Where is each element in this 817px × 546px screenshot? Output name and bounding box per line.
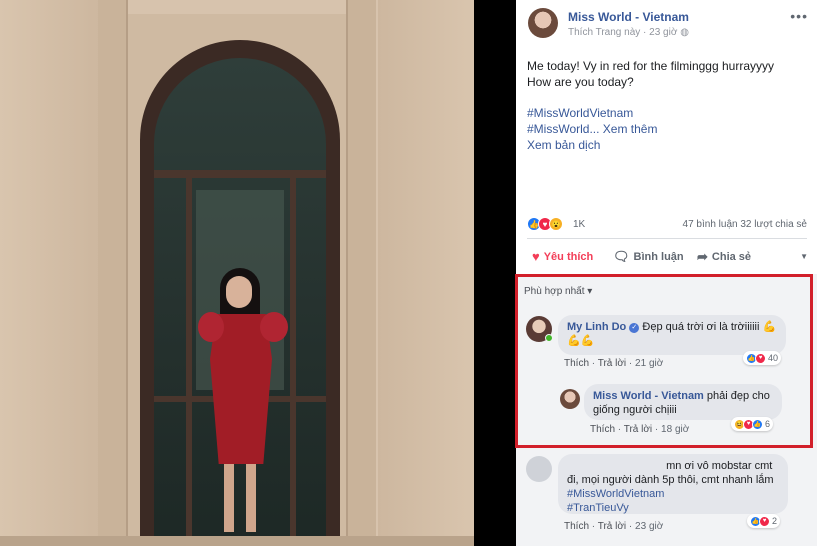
verified-badge-icon: ✓ bbox=[629, 323, 640, 333]
door-frame-bar bbox=[290, 170, 296, 546]
comment-like-link[interactable]: Thích bbox=[564, 521, 589, 532]
comment-actions: Thích · Trả lời · 21 giờ bbox=[564, 358, 664, 369]
reply-reply-link[interactable]: Trả lời bbox=[624, 424, 652, 435]
comment-filter-dropdown[interactable]: Phù hợp nhất ▾ bbox=[524, 286, 592, 297]
wall bbox=[378, 0, 474, 546]
comment-text: đi, mọi người dành 5p thôi, cmt nhanh lắ… bbox=[567, 474, 774, 486]
comment-bubble: My Linh Do ✓ Đẹp quá trời ơi là trờiiiii… bbox=[558, 315, 786, 355]
reply-reaction-count: 6 bbox=[765, 419, 771, 429]
filter-label: Phù hợp nhất bbox=[524, 286, 585, 297]
hashtag-link[interactable]: #TranTieuVy bbox=[567, 502, 629, 514]
reply-avatar[interactable] bbox=[560, 389, 580, 409]
comment-text: mn ơi vô mobstar cmt bbox=[666, 460, 773, 472]
pilaster bbox=[98, 0, 128, 546]
comment-author-link[interactable]: My Linh Do bbox=[567, 321, 626, 333]
comment-reply-link[interactable]: Trả lời bbox=[598, 358, 626, 369]
comment-reaction-count: 40 bbox=[768, 353, 779, 363]
comment-time[interactable]: 21 giờ bbox=[635, 358, 663, 369]
woman-in-red-dress bbox=[198, 268, 288, 538]
comment-reactions[interactable]: 👍 ♥ 2 bbox=[747, 514, 781, 528]
redacted-author bbox=[567, 459, 663, 469]
comment-reply-link[interactable]: Trả lời bbox=[598, 521, 626, 532]
comment-reaction-count: 2 bbox=[772, 516, 778, 526]
reply-bubble: Miss World - Vietnam phải đẹp cho giống … bbox=[584, 384, 782, 420]
floor bbox=[0, 536, 474, 546]
reply-author-link[interactable]: Miss World - Vietnam bbox=[593, 390, 704, 402]
ruffle-sleeve bbox=[198, 312, 224, 342]
love-reaction-icon: ♥ bbox=[759, 515, 770, 527]
love-reaction-icon: ♥ bbox=[755, 352, 766, 364]
comment-reactions[interactable]: 👍 ♥ 40 bbox=[743, 351, 782, 365]
reply-reactions[interactable]: 😆 ♥ 👍 6 bbox=[731, 417, 774, 431]
leg bbox=[246, 458, 256, 532]
reply-actions: Thích · Trả lời · 18 giờ bbox=[590, 424, 690, 435]
ruffle-sleeve bbox=[260, 312, 288, 342]
caret-down-icon: ▾ bbox=[587, 286, 593, 297]
face bbox=[226, 276, 252, 308]
like-reaction-icon: 👍 bbox=[752, 418, 763, 430]
door-frame-bar bbox=[186, 170, 192, 546]
hashtag-link[interactable]: #MissWorldVietnam bbox=[567, 488, 664, 500]
comments-layer: Phù hợp nhất ▾ My Linh Do ✓ Đẹp quá trời… bbox=[516, 0, 817, 546]
wall bbox=[0, 0, 100, 546]
reply-like-link[interactable]: Thích bbox=[590, 424, 615, 435]
door-frame-bar bbox=[154, 170, 326, 178]
online-status-dot bbox=[545, 334, 553, 342]
comment-like-link[interactable]: Thích bbox=[564, 358, 589, 369]
commenter-avatar[interactable] bbox=[526, 456, 552, 482]
reply-time[interactable]: 18 giờ bbox=[661, 424, 689, 435]
comment-bubble: mn ơi vô mobstar cmt đi, mọi người dành … bbox=[558, 454, 788, 514]
photo-viewer-background bbox=[474, 0, 516, 546]
comment-time[interactable]: 23 giờ bbox=[635, 521, 663, 532]
pilaster bbox=[346, 0, 376, 546]
leg bbox=[224, 458, 234, 532]
comment-actions: Thích · Trả lời · 23 giờ bbox=[564, 521, 664, 532]
post-photo[interactable] bbox=[0, 0, 474, 546]
